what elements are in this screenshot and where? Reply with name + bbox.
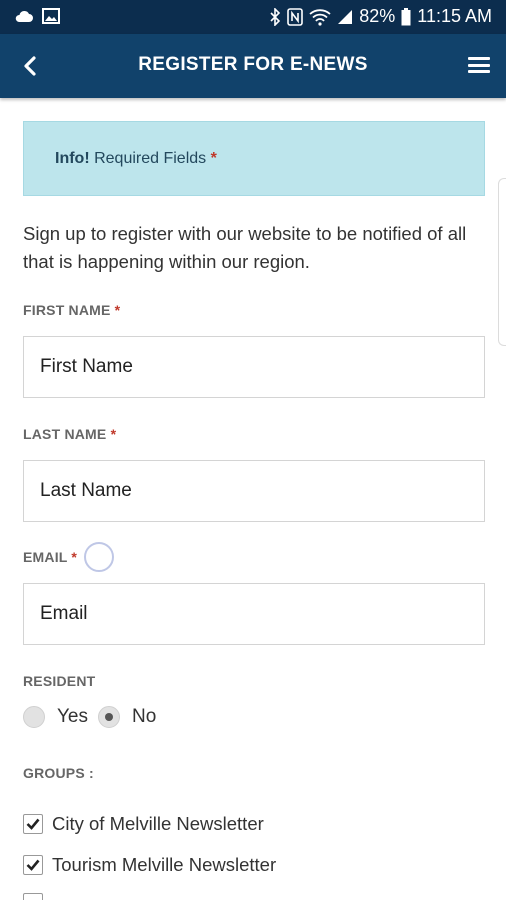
group-item-partial <box>23 893 43 900</box>
hamburger-icon <box>468 57 490 60</box>
scroll-indicator[interactable] <box>498 178 506 346</box>
info-text: Info! Required Fields * <box>55 150 217 168</box>
battery-percent: 82% <box>359 6 396 26</box>
email-input[interactable] <box>23 583 485 645</box>
resident-yes-label[interactable]: Yes <box>57 706 88 728</box>
touch-ripple <box>84 542 114 572</box>
resident-yes-radio[interactable] <box>23 706 45 728</box>
checkmark-icon <box>26 818 40 830</box>
page-title: REGISTER FOR E-NEWS <box>138 54 368 75</box>
group-checkbox-tourism-newsletter[interactable] <box>23 855 43 875</box>
resident-radio-group: Yes No <box>23 706 166 728</box>
group-checkbox-city-newsletter[interactable] <box>23 814 43 834</box>
nfc-icon <box>287 7 304 26</box>
first-name-input[interactable] <box>23 336 485 398</box>
bluetooth-icon <box>269 7 281 26</box>
cloud-icon <box>14 9 34 23</box>
group-item: Tourism Melville Newsletter <box>23 854 276 876</box>
required-marker: * <box>210 150 217 167</box>
battery-icon <box>401 7 411 26</box>
email-label: EMAIL * <box>23 549 78 565</box>
image-icon <box>42 8 60 24</box>
checkmark-icon <box>26 859 40 871</box>
wifi-icon <box>309 8 331 26</box>
clock-time: 11:15 AM <box>417 6 492 26</box>
groups-label: GROUPS : <box>23 765 94 781</box>
app-bar: REGISTER FOR E-NEWS <box>0 34 506 98</box>
info-bold-label: Info! <box>55 150 90 167</box>
resident-no-label[interactable]: No <box>132 706 156 728</box>
group-checkbox-partial[interactable] <box>23 893 43 900</box>
signal-icon <box>337 9 353 25</box>
last-name-input[interactable] <box>23 460 485 522</box>
resident-label: RESIDENT <box>23 673 96 689</box>
info-alert: Info! Required Fields * <box>23 121 485 196</box>
status-bar: 82% 11:15 AM <box>0 0 506 34</box>
info-message: Required Fields <box>89 150 211 167</box>
notification-icons <box>14 8 60 24</box>
group-item: City of Melville Newsletter <box>23 813 264 835</box>
intro-text: Sign up to register with our website to … <box>23 223 467 272</box>
group-label-tourism-newsletter[interactable]: Tourism Melville Newsletter <box>52 854 276 876</box>
last-name-label: LAST NAME * <box>23 426 117 442</box>
group-label-city-newsletter[interactable]: City of Melville Newsletter <box>52 813 264 835</box>
menu-button[interactable] <box>468 54 490 76</box>
resident-no-radio[interactable] <box>98 706 120 728</box>
first-name-label: FIRST NAME * <box>23 302 121 318</box>
